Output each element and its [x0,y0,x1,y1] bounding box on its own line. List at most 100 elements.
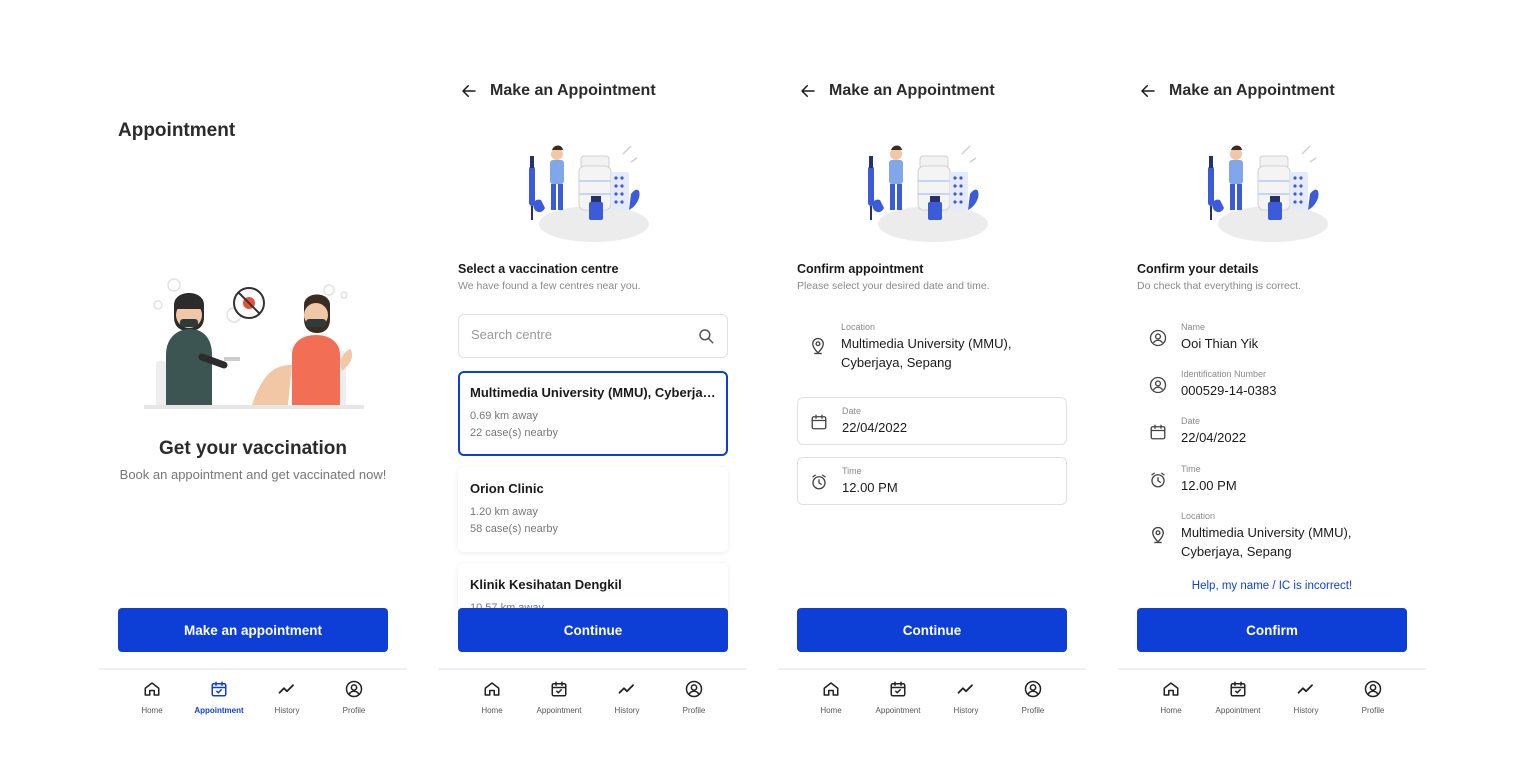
time-row: Time 12.00 PM [1137,462,1407,502]
nav-label: Appointment [875,706,921,715]
nav-home[interactable]: Home [457,680,527,715]
home-icon [1162,680,1180,698]
continue-button[interactable]: Continue [797,608,1067,652]
search-icon[interactable] [697,327,715,345]
id-value: 000529-14-0383 [1181,383,1277,398]
nav-label: Home [141,706,163,715]
section-title: Select a vaccination centre [458,262,619,276]
screen-confirm-details: Make an Appointment Confirm your details… [1118,0,1426,774]
back-button[interactable] [797,80,819,102]
name-row: Name Ooi Thian Yik [1137,320,1407,360]
nav-history[interactable]: History [931,680,1001,715]
name-label: Name [1181,322,1206,332]
nav-profile[interactable]: Profile [1338,680,1408,715]
calendar-check-icon [550,680,568,698]
nav-label: Profile [1021,706,1045,715]
user-circle-icon [685,680,703,698]
centre-distance: 0.69 km away [470,410,538,422]
location-line1: Multimedia University (MMU), [1181,525,1352,540]
nav-label: History [953,706,979,715]
user-circle-icon [1149,376,1167,394]
bottom-nav: Home Appointment History Profile [778,668,1086,718]
user-circle-icon [345,680,363,698]
nav-history[interactable]: History [1271,680,1341,715]
alarm-clock-icon [1149,471,1167,489]
nav-home[interactable]: Home [1136,680,1206,715]
page-title: Make an Appointment [829,82,995,99]
top-bar: Make an Appointment [797,80,995,102]
nav-home[interactable]: Home [796,680,866,715]
trend-icon [618,680,636,698]
date-field[interactable]: Date 22/04/2022 [797,397,1067,445]
location-label: Location [841,322,876,332]
nav-appointment[interactable]: Appointment [863,680,933,715]
date-row: Date 22/04/2022 [1137,414,1407,454]
nav-profile[interactable]: Profile [998,680,1068,715]
nav-label: Profile [1361,706,1385,715]
nav-profile[interactable]: Profile [659,680,729,715]
time-field[interactable]: Time 12.00 PM [797,457,1067,505]
centre-cases: 58 case(s) nearby [470,523,559,535]
section-title: Confirm appointment [797,262,924,276]
confirm-button[interactable]: Confirm [1137,608,1407,652]
centre-name: Multimedia University (MMU), Cyberjaya [470,385,716,400]
nav-label: Appointment [1215,706,1261,715]
time-value: 12.00 PM [1181,478,1237,493]
back-button[interactable] [458,80,480,102]
centre-list[interactable]: Multimedia University (MMU), Cyberjaya 0… [453,365,733,608]
nav-label: Profile [342,706,366,715]
nav-label: Home [481,706,503,715]
nav-appointment[interactable]: Appointment [184,680,254,715]
calendar-check-icon [1229,680,1247,698]
arrow-left-icon [799,82,817,100]
section-subtitle: Do check that everything is correct. [1137,280,1301,292]
name-value: Ooi Thian Yik [1181,336,1259,351]
nav-home[interactable]: Home [117,680,187,715]
centre-card-selected[interactable]: Multimedia University (MMU), Cyberjaya 0… [458,371,728,456]
centre-name: Orion Clinic [470,481,544,496]
make-appointment-button[interactable]: Make an appointment [118,608,388,652]
id-label: Identification Number [1181,369,1267,379]
date-value: 22/04/2022 [842,420,908,435]
nav-history[interactable]: History [252,680,322,715]
search-box [458,314,728,358]
nav-label: History [1293,706,1319,715]
location-line2: Cyberjaya, Sepang [841,355,952,370]
location-line2: Cyberjaya, Sepang [1181,544,1292,559]
nav-label: History [274,706,300,715]
home-icon [143,680,161,698]
arrow-left-icon [1139,82,1157,100]
bottom-nav: Home Appointment History Profile [99,668,407,718]
home-icon [822,680,840,698]
nav-appointment[interactable]: Appointment [1203,680,1273,715]
continue-button[interactable]: Continue [458,608,728,652]
page-title: Make an Appointment [1169,82,1335,99]
nav-label: Appointment [194,706,244,715]
nav-appointment[interactable]: Appointment [524,680,594,715]
vaccine-illustration [519,136,669,246]
centre-card[interactable]: Klinik Kesihatan Dengkil 10.57 km away [458,563,728,608]
screen-confirm-appointment: Make an Appointment Confirm appointment … [778,0,1086,774]
screen-appointment-home: Appointment Get your vaccination Book an… [99,0,407,774]
date-label: Date [842,406,862,416]
top-bar: Make an Appointment [458,80,656,102]
nav-profile[interactable]: Profile [319,680,389,715]
date-value: 22/04/2022 [1181,430,1247,445]
nav-history[interactable]: History [592,680,662,715]
location-line1: Multimedia University (MMU), [841,336,1012,351]
centre-card[interactable]: Orion Clinic 1.20 km away 58 case(s) nea… [458,467,728,552]
time-label: Time [1181,464,1201,474]
search-input[interactable] [471,327,691,342]
back-button[interactable] [1137,80,1159,102]
time-value: 12.00 PM [842,480,898,495]
alarm-clock-icon [810,473,828,491]
help-incorrect-details-link[interactable]: Help, my name / IC is incorrect! [1118,580,1426,592]
headline: Get your vaccination [159,438,347,459]
user-circle-icon [1024,680,1042,698]
trend-icon [1297,680,1315,698]
nav-label: History [614,706,640,715]
page-title: Make an Appointment [490,82,656,99]
page-title: Appointment [118,120,236,141]
location-pin-icon [809,337,827,355]
calendar-check-icon [889,680,907,698]
